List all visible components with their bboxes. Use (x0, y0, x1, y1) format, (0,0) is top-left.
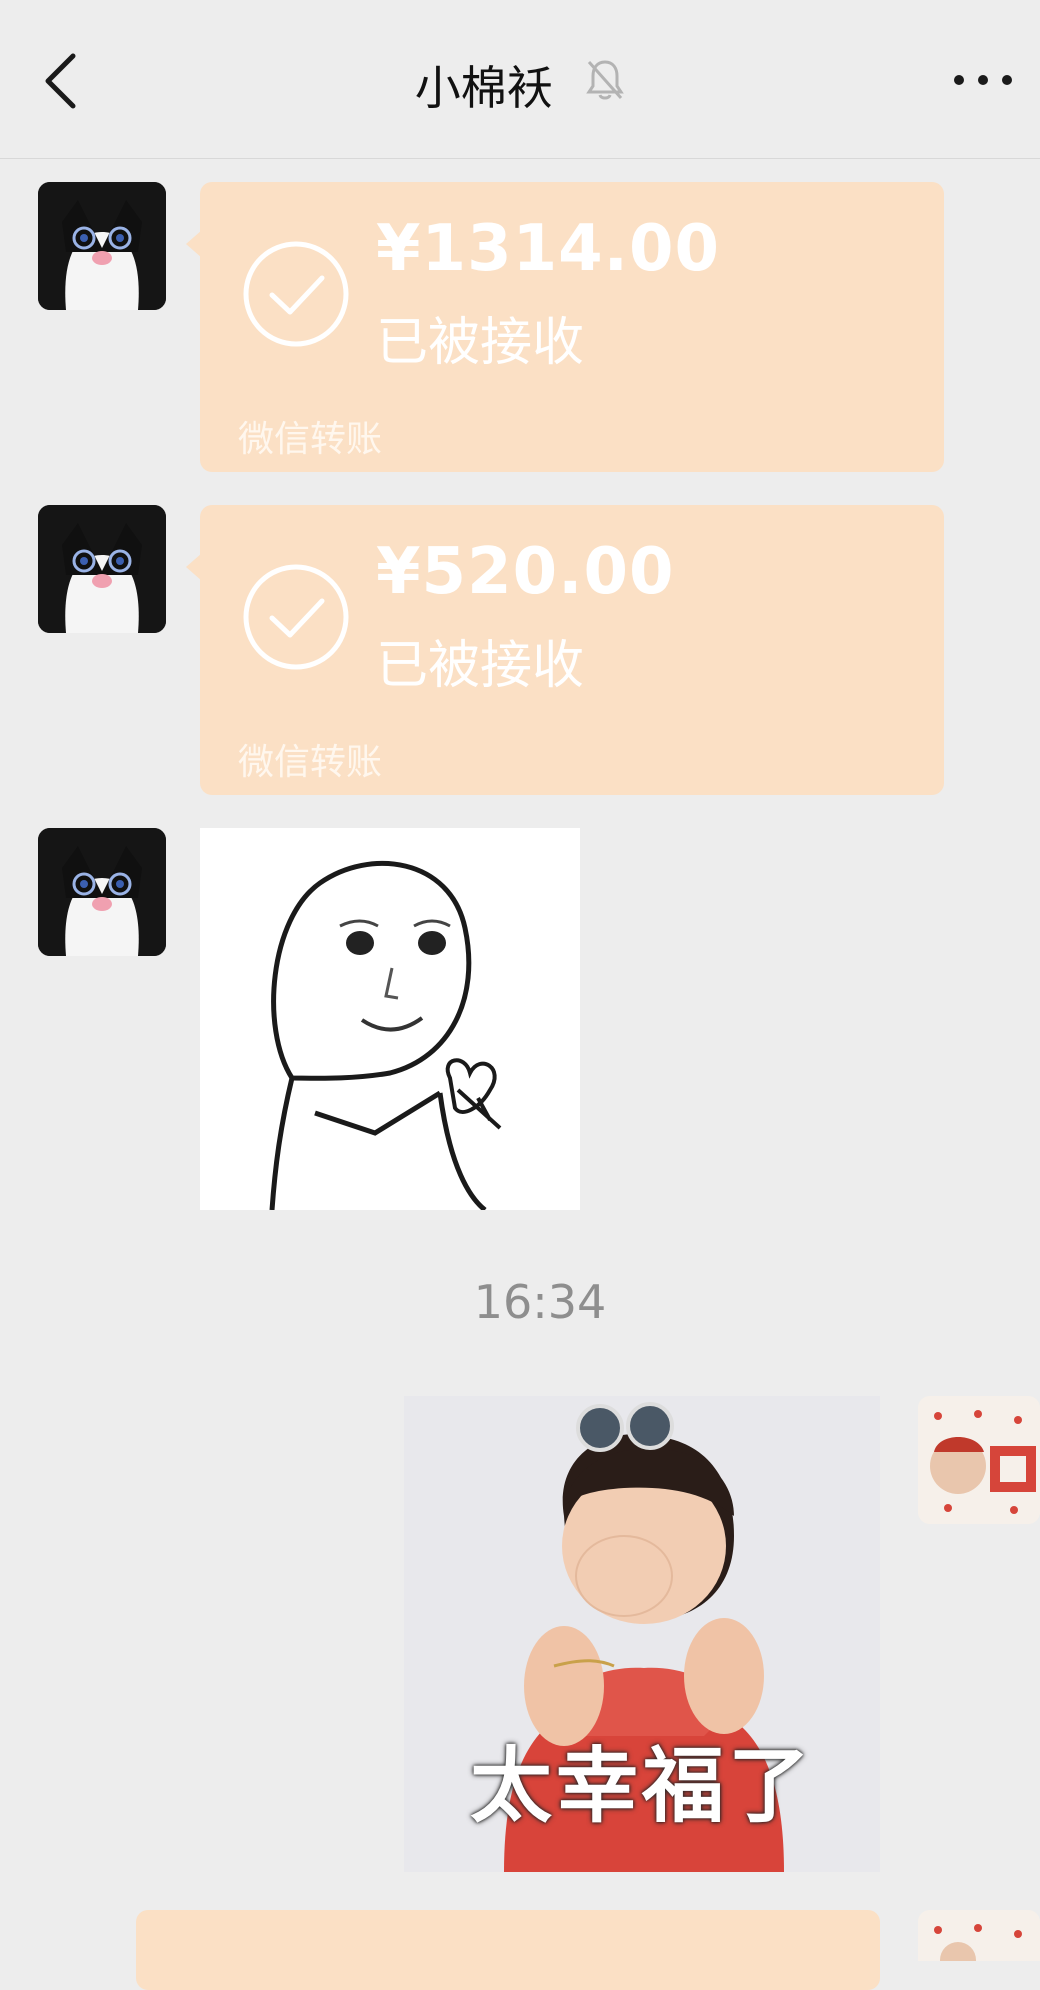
check-circle-icon (243, 241, 349, 347)
my-avatar[interactable] (918, 1396, 1040, 1524)
transfer-amount: ¥1314.00 (376, 212, 721, 286)
contact-avatar[interactable] (38, 182, 166, 310)
my-avatar[interactable] (918, 1910, 1040, 1961)
transfer-bubble[interactable] (136, 1910, 880, 1990)
chat-title-area: 小棉袄 (0, 52, 1040, 118)
contact-avatar[interactable] (38, 505, 166, 633)
transfer-amount: ¥520.00 (376, 535, 675, 609)
chat-header: 小棉袄 (0, 0, 1040, 159)
transfer-label: 微信转账 (238, 742, 383, 783)
chat-title: 小棉袄 (414, 61, 553, 115)
bell-off-icon (585, 58, 625, 113)
more-button[interactable] (948, 60, 1018, 100)
contact-avatar[interactable] (38, 828, 166, 956)
transfer-label: 微信转账 (238, 419, 383, 460)
message-timestamp: 16:34 (473, 1275, 607, 1329)
transfer-bubble[interactable]: ¥520.00 已被接收 微信转账 (186, 505, 944, 795)
transfer-bubble[interactable]: ¥1314.00 已被接收 微信转账 (186, 182, 944, 472)
check-circle-icon (243, 564, 349, 670)
more-dots-icon (954, 75, 1012, 85)
transfer-status: 已被接收 (376, 313, 585, 373)
photo-message[interactable]: 太幸福了 (404, 1396, 880, 1872)
sticker-image[interactable] (200, 828, 580, 1210)
transfer-status: 已被接收 (376, 636, 585, 696)
photo-caption: 太幸福了 (469, 1739, 814, 1834)
